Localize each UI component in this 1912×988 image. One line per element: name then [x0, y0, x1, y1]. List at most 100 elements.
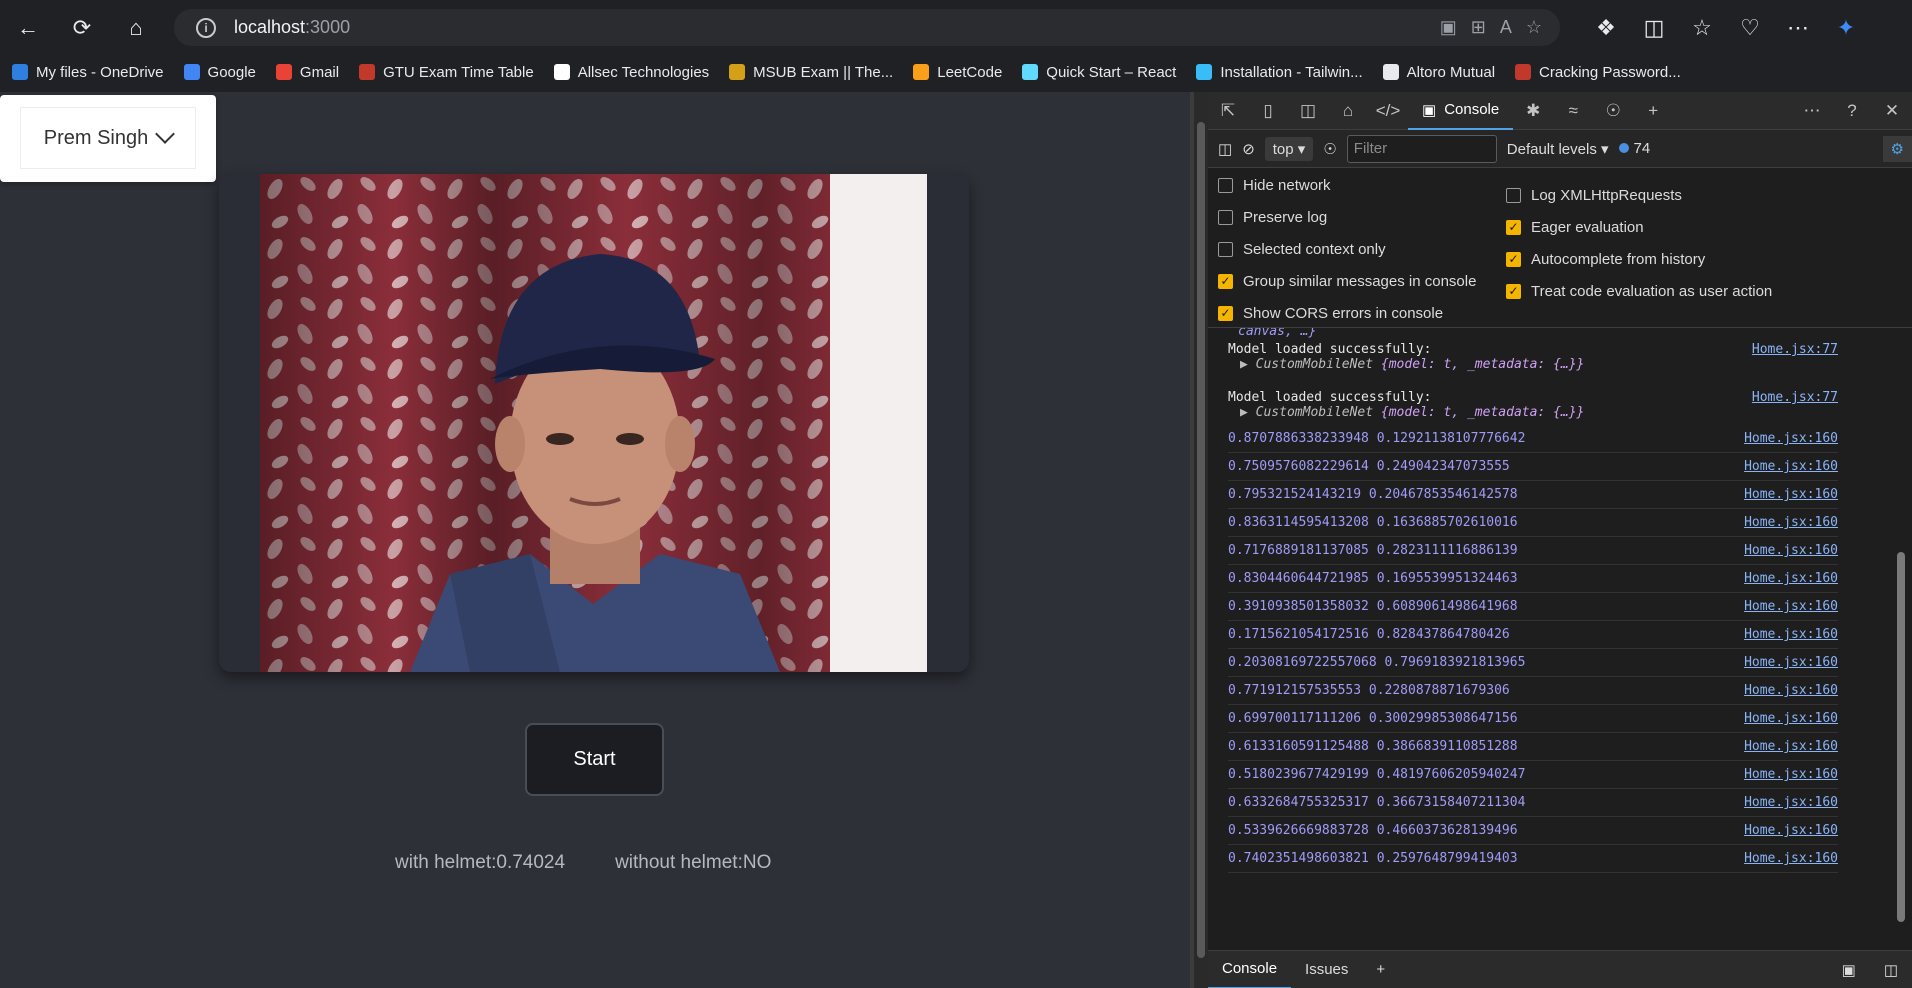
source-link[interactable]: Home.jsx:160	[1744, 459, 1838, 474]
address-bar[interactable]: i localhost:3000 ▣ ⊞ A ☆	[174, 9, 1560, 46]
bookmark-item[interactable]: Installation - Tailwin...	[1196, 64, 1363, 81]
home-icon[interactable]: ⌂	[116, 8, 156, 48]
source-link[interactable]: Home.jsx:160	[1744, 711, 1838, 726]
source-link[interactable]: Home.jsx:160	[1744, 543, 1838, 558]
setting-checkbox[interactable]	[1218, 209, 1233, 225]
bookmark-item[interactable]: Cracking Password...	[1515, 64, 1681, 81]
context-select[interactable]: top ▾	[1264, 136, 1314, 161]
bookmark-item[interactable]: Gmail	[275, 64, 339, 81]
more-options-icon[interactable]: ⋯	[1778, 8, 1818, 48]
copilot-icon[interactable]: ✦	[1826, 8, 1866, 48]
filter-input[interactable]: Filter	[1346, 134, 1497, 163]
expand-triangle-icon[interactable]: ▶	[1240, 357, 1256, 372]
source-link[interactable]: Home.jsx:77	[1752, 342, 1838, 357]
console-setting-row[interactable]: ✓ Show CORS errors in console	[1218, 302, 1476, 324]
bookmark-item[interactable]: Google	[183, 64, 256, 81]
console-setting-row[interactable]: ✓ Eager evaluation	[1506, 216, 1772, 238]
source-link[interactable]: Home.jsx:160	[1744, 487, 1838, 502]
result-without-helmet: without helmet:NO	[615, 852, 772, 873]
help-icon[interactable]: ?	[1832, 92, 1872, 130]
drawer-quick-view-icon[interactable]: ▣	[1828, 951, 1870, 988]
source-link[interactable]: Home.jsx:160	[1744, 599, 1838, 614]
source-link[interactable]: Home.jsx:160	[1744, 571, 1838, 586]
source-link[interactable]: Home.jsx:160	[1744, 515, 1838, 530]
network-wifi-icon[interactable]: ≈	[1553, 92, 1593, 130]
bookmark-item[interactable]: LeetCode	[913, 64, 1002, 81]
source-link[interactable]: Home.jsx:160	[1744, 767, 1838, 782]
console-setting-row[interactable]: ✓ Treat code evaluation as user action	[1506, 280, 1772, 302]
start-button[interactable]: Start	[525, 723, 664, 796]
message-count-badge[interactable]: 74	[1618, 140, 1650, 157]
bookmark-favicon-icon	[1382, 64, 1399, 80]
user-dropdown[interactable]: Prem Singh	[0, 95, 216, 182]
bookmark-item[interactable]: Quick Start – React	[1022, 64, 1176, 81]
elements-icon[interactable]: </>	[1368, 92, 1408, 130]
source-link[interactable]: Home.jsx:160	[1744, 627, 1838, 642]
levels-dropdown[interactable]: Default levels ▾	[1507, 140, 1609, 158]
health-icon[interactable]: ♡	[1730, 8, 1770, 48]
object-preview[interactable]: ▶ CustomMobileNet {model: t, _metadata: …	[1228, 357, 1838, 372]
setting-checkbox[interactable]: ✓	[1506, 283, 1521, 299]
device-emulation-icon[interactable]: ▯	[1248, 92, 1288, 130]
refresh-icon[interactable]: ⟳	[62, 8, 102, 48]
prediction-results: with helmet:0.74024 without helmet:NO	[395, 852, 771, 874]
live-expression-icon[interactable]: ☉	[1323, 140, 1336, 158]
favorites-icon[interactable]: ☆	[1682, 8, 1722, 48]
console-setting-row[interactable]: ✓ Autocomplete from history	[1506, 248, 1772, 270]
bookmark-item[interactable]: My files - OneDrive	[12, 64, 164, 81]
console-setting-row[interactable]: Log XMLHttpRequests	[1506, 184, 1772, 206]
site-info-icon[interactable]: i	[196, 17, 216, 38]
clear-console-icon[interactable]: ⊘	[1242, 140, 1255, 158]
console-setting-row[interactable]: ✓ Group similar messages in console	[1218, 270, 1476, 292]
console-scrollbar[interactable]	[1894, 332, 1908, 932]
setting-checkbox[interactable]: ✓	[1506, 219, 1521, 235]
setting-checkbox[interactable]: ✓	[1506, 251, 1521, 267]
setting-checkbox[interactable]	[1218, 241, 1233, 257]
tab-console[interactable]: ▣ Console	[1408, 92, 1514, 130]
extensions-icon[interactable]: ❖	[1586, 8, 1626, 48]
drawer-tab-console[interactable]: Console	[1208, 951, 1292, 988]
sources-bug-icon[interactable]: ✱	[1513, 92, 1553, 130]
add-tab-icon[interactable]: +	[1633, 92, 1673, 130]
console-setting-row[interactable]: Selected context only	[1218, 238, 1476, 260]
read-aloud-icon[interactable]: A	[1500, 17, 1512, 38]
expand-triangle-icon[interactable]: ▶	[1240, 405, 1256, 420]
drawer-dock-icon[interactable]: ◫	[1870, 951, 1912, 988]
source-link[interactable]: Home.jsx:160	[1744, 851, 1838, 866]
setting-checkbox[interactable]	[1506, 187, 1521, 203]
source-link[interactable]: Home.jsx:160	[1744, 655, 1838, 670]
console-setting-row[interactable]: Hide network	[1218, 174, 1476, 196]
source-link[interactable]: Home.jsx:160	[1744, 795, 1838, 810]
setting-checkbox[interactable]: ✓	[1218, 305, 1233, 321]
apps-icon[interactable]: ⊞	[1471, 17, 1486, 38]
split-screen-icon[interactable]: ◫	[1634, 8, 1674, 48]
setting-checkbox[interactable]	[1218, 177, 1233, 193]
close-devtools-icon[interactable]: ✕	[1872, 92, 1912, 130]
drawer-tab-issues[interactable]: Issues	[1291, 951, 1362, 988]
user-dropdown-button[interactable]: Prem Singh	[20, 107, 196, 169]
console-setting-row[interactable]: Preserve log	[1218, 206, 1476, 228]
source-link[interactable]: Home.jsx:160	[1744, 739, 1838, 754]
bookmark-item[interactable]: Allsec Technologies	[553, 64, 709, 81]
bookmark-item[interactable]: GTU Exam Time Table	[359, 64, 534, 81]
sidebar-toggle-icon[interactable]: ◫	[1218, 140, 1232, 158]
favorite-star-icon[interactable]: ☆	[1526, 17, 1542, 38]
source-link[interactable]: Home.jsx:77	[1752, 390, 1838, 405]
page-scrollbar[interactable]	[1194, 92, 1208, 988]
dock-icon[interactable]: ◫	[1288, 92, 1328, 130]
performance-icon[interactable]: ☉	[1593, 92, 1633, 130]
source-link[interactable]: Home.jsx:160	[1744, 683, 1838, 698]
inspect-icon[interactable]: ⇱	[1208, 92, 1248, 130]
setting-checkbox[interactable]: ✓	[1218, 273, 1233, 289]
back-icon[interactable]: ←	[8, 8, 48, 48]
bookmark-item[interactable]: MSUB Exam || The...	[729, 64, 893, 81]
bookmark-item[interactable]: Altoro Mutual	[1382, 64, 1495, 81]
more-tools-icon[interactable]: ⋯	[1792, 92, 1832, 130]
welcome-home-icon[interactable]: ⌂	[1328, 92, 1368, 130]
video-icon[interactable]: ▣	[1440, 17, 1457, 38]
source-link[interactable]: Home.jsx:160	[1744, 823, 1838, 838]
object-preview[interactable]: ▶ CustomMobileNet {model: t, _metadata: …	[1228, 405, 1838, 420]
drawer-add-tab-icon[interactable]: +	[1362, 951, 1399, 988]
source-link[interactable]: Home.jsx:160	[1744, 431, 1838, 446]
console-settings-gear-icon[interactable]: ⚙	[1882, 135, 1912, 162]
